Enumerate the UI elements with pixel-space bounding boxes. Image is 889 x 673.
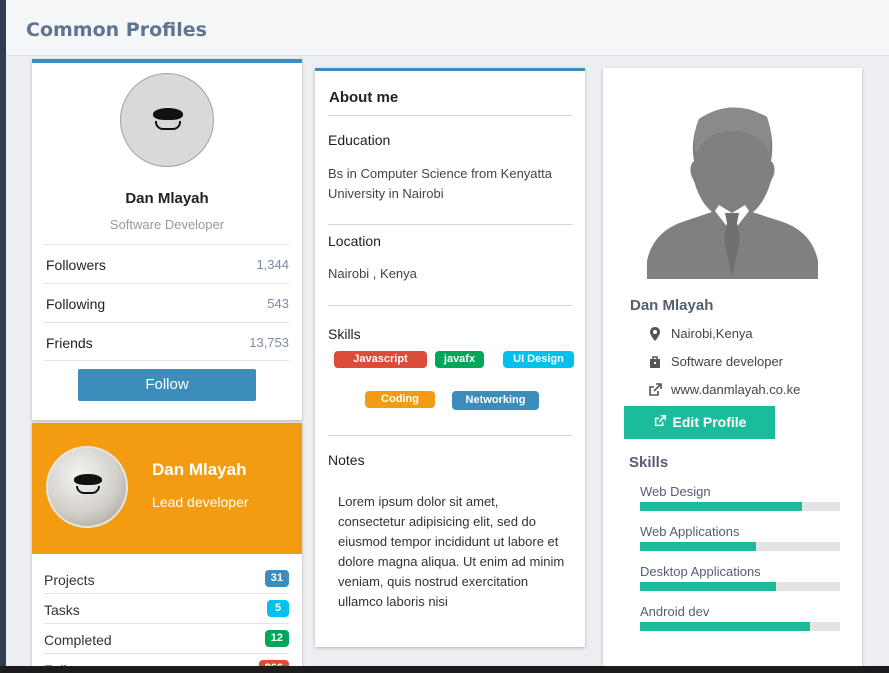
progress-fill	[640, 622, 810, 631]
lead-role: Lead developer	[152, 494, 249, 510]
about-card: About me Education Bs in Computer Scienc…	[315, 68, 585, 647]
stat-label: Following	[46, 296, 106, 312]
taskbar-edge	[0, 666, 889, 673]
stat-row-followers[interactable]: Followers 1,344	[44, 244, 289, 283]
external-link-icon	[654, 414, 666, 427]
lead-header: Dan Mlayah Lead developer	[32, 423, 302, 554]
window-left-edge	[0, 0, 6, 673]
skill-label: Android dev	[640, 604, 710, 619]
website-link[interactable]: www.danmlayah.co.ke	[671, 382, 800, 397]
briefcase-icon	[647, 354, 663, 370]
count-badge: 5	[267, 600, 289, 617]
follow-button[interactable]: Follow	[78, 369, 256, 401]
skill-bar-android-dev: Android dev	[640, 604, 840, 631]
skill-bar-web-applications: Web Applications	[640, 524, 840, 551]
skills-label: Skills	[328, 326, 361, 342]
skill-label: Desktop Applications	[640, 564, 761, 579]
list-item-tasks[interactable]: Tasks 5	[44, 594, 289, 624]
skill-tag-coding: Coding	[365, 391, 435, 408]
stat-row-following[interactable]: Following 543	[44, 283, 289, 322]
skill-bar-desktop-applications: Desktop Applications	[640, 564, 840, 591]
page-title: Common Profiles	[26, 19, 207, 41]
list-item-completed[interactable]: Completed 12	[44, 624, 289, 654]
info-text: Software developer	[671, 354, 784, 369]
skill-tag-javafx: javafx	[435, 351, 484, 368]
avatar-face-icon	[74, 474, 102, 494]
map-marker-icon	[647, 326, 663, 342]
stat-value: 13,753	[249, 335, 289, 350]
stat-value: 543	[267, 296, 289, 311]
lead-card: Dan Mlayah Lead developer Projects 31 Ta…	[32, 423, 302, 673]
user-name: Dan Mlayah	[630, 297, 714, 314]
user-details-card: Dan Mlayah Nairobi,Kenya Software develo…	[603, 68, 862, 673]
stat-label: Followers	[46, 257, 106, 273]
education-text: Bs in Computer Science from Kenyatta Uni…	[328, 166, 552, 201]
avatar	[46, 446, 128, 528]
about-heading: About me	[329, 89, 399, 106]
notes-label: Notes	[328, 452, 365, 468]
avatar	[120, 73, 214, 167]
stat-value: 1,344	[256, 257, 289, 272]
avatar-face-icon	[153, 108, 183, 130]
location-text: Nairobi , Kenya	[328, 266, 417, 281]
stat-row-friends[interactable]: Friends 13,753	[44, 322, 289, 361]
skill-bar-web-design: Web Design	[640, 484, 840, 511]
count-badge: 31	[264, 570, 289, 587]
lead-name: Dan Mlayah	[152, 460, 247, 479]
progress-track	[640, 542, 840, 551]
progress-track	[640, 502, 840, 511]
list-item-label: Tasks	[44, 602, 80, 618]
progress-fill	[640, 582, 776, 591]
list-item-label: Projects	[44, 572, 95, 588]
profile-role: Software Developer	[109, 217, 225, 232]
skill-label: Web Design	[640, 484, 711, 499]
page-header: Common Profiles	[6, 0, 889, 56]
user-silhouette-icon	[647, 107, 818, 279]
list-item-projects[interactable]: Projects 31	[44, 564, 289, 594]
progress-track	[640, 622, 840, 631]
notes-text: Lorem ipsum dolor sit amet, consectetur …	[338, 494, 565, 609]
location-label: Location	[328, 233, 381, 249]
divider	[328, 435, 573, 436]
edit-profile-label: Edit Profile	[672, 414, 747, 430]
edit-profile-button[interactable]: Edit Profile	[624, 406, 775, 439]
info-text: Nairobi,Kenya	[671, 326, 753, 341]
profile-name: Dan Mlayah	[125, 190, 209, 207]
skill-tag-javascript: Javascript	[334, 351, 427, 368]
profile-card: Dan Mlayah Software Developer Followers …	[32, 59, 302, 420]
stat-label: Friends	[46, 335, 93, 351]
divider	[328, 305, 573, 306]
divider	[328, 224, 573, 225]
divider	[328, 115, 573, 116]
education-label: Education	[328, 132, 391, 148]
progress-fill	[640, 502, 802, 511]
external-link-icon	[647, 382, 663, 398]
skill-tag-ui-design: UI Design	[503, 351, 574, 368]
list-item-label: Completed	[44, 632, 112, 648]
skill-tag-networking: Networking	[452, 391, 539, 410]
skills-heading: Skills	[629, 454, 669, 471]
count-badge: 12	[264, 630, 289, 647]
progress-track	[640, 582, 840, 591]
progress-fill	[640, 542, 756, 551]
skill-label: Web Applications	[640, 524, 740, 539]
